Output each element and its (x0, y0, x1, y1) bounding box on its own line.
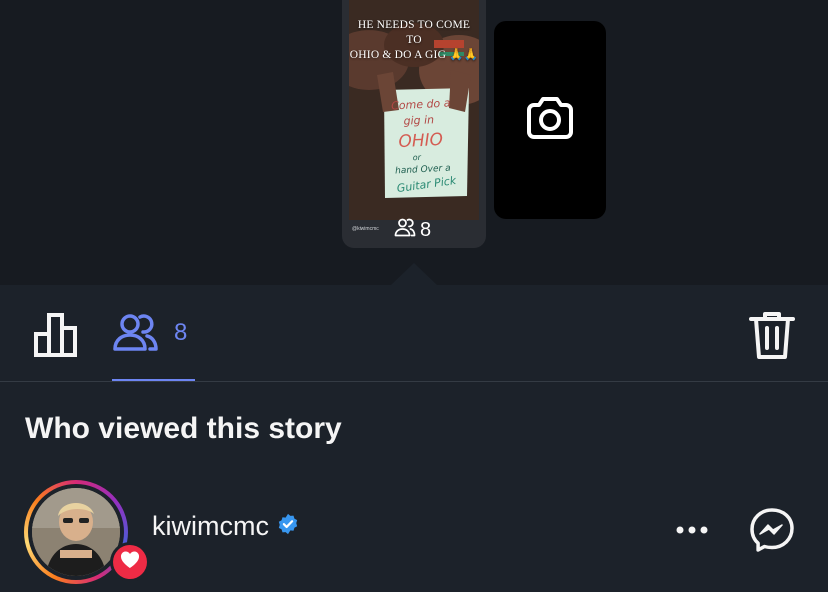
heart-icon (120, 550, 140, 574)
people-icon (112, 312, 158, 357)
viewers-tab-count: 8 (174, 319, 188, 346)
avatar[interactable] (24, 480, 150, 584)
people-icon (394, 217, 416, 243)
like-badge (110, 542, 150, 582)
sign-line-2: gig in (403, 113, 434, 128)
add-story-camera-tile[interactable] (494, 21, 606, 219)
avatar-photo (32, 488, 120, 576)
viewer-username: kiwimcmc (152, 511, 269, 541)
camera-icon (526, 95, 574, 146)
tab-stats[interactable] (33, 312, 79, 358)
story-footer-handle: @kiwimcmc (352, 226, 379, 232)
story-viewer-count-value: 8 (420, 218, 432, 241)
section-title: Who viewed this story (25, 412, 342, 445)
more-options-button[interactable] (672, 514, 712, 546)
story-thumbnail[interactable]: HE NEEDS TO COME TO OHIO & DO A GIG 🙏🙏 C… (342, 0, 486, 248)
bar-chart-icon (33, 313, 79, 362)
more-horizontal-icon (672, 526, 712, 550)
sign-line-1: Come do a (391, 96, 451, 112)
story-image: HE NEEDS TO COME TO OHIO & DO A GIG 🙏🙏 C… (349, 0, 479, 220)
story-preview-area: HE NEEDS TO COME TO OHIO & DO A GIG 🙏🙏 C… (0, 0, 828, 285)
messenger-icon (749, 508, 795, 557)
tab-viewers[interactable]: 8 (112, 312, 194, 364)
selected-story-pointer (391, 263, 437, 285)
sign-line-5: hand Over a (395, 164, 451, 177)
viewer-username-row[interactable]: kiwimcmc (152, 511, 299, 542)
story-insights-tabbar: 8 (0, 285, 828, 382)
sign-line-6: Guitar Pick (396, 174, 458, 195)
verified-badge-icon (277, 511, 299, 542)
viewer-row[interactable]: kiwimcmc (0, 478, 828, 592)
send-message-button[interactable] (749, 507, 795, 553)
active-tab-indicator (112, 379, 195, 381)
sign-line-4: or (413, 153, 422, 162)
story-viewer-count: 8 (394, 218, 431, 242)
trash-icon (749, 312, 795, 364)
delete-story-button[interactable] (749, 310, 795, 360)
sign-line-3: OHIO (398, 130, 444, 152)
